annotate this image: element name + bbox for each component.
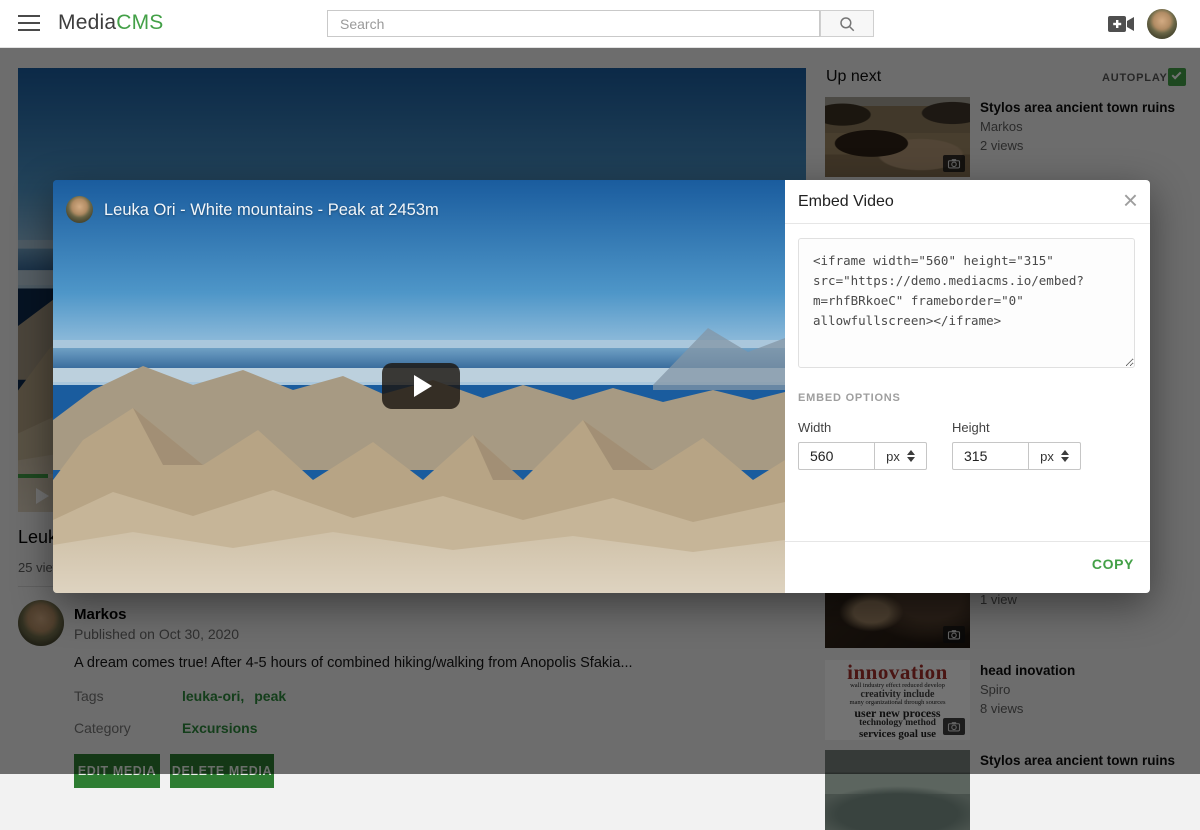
spinner-arrows-icon[interactable] <box>907 450 915 462</box>
height-label: Height <box>952 420 990 435</box>
divider <box>785 223 1150 224</box>
logo-cms: CMS <box>116 11 163 34</box>
play-triangle-icon <box>414 375 432 397</box>
unit-value: px <box>886 449 900 464</box>
magnifier-icon <box>838 15 856 33</box>
dialog-title: Embed Video <box>798 193 894 211</box>
height-unit-select[interactable]: px <box>1029 442 1081 470</box>
logo-media: Media <box>58 11 116 34</box>
unit-value: px <box>1040 449 1054 464</box>
hamburger-menu-icon[interactable] <box>18 15 40 31</box>
upload-video-icon[interactable] <box>1108 14 1135 34</box>
play-button[interactable] <box>382 363 460 409</box>
copy-button[interactable]: COPY <box>1092 556 1134 572</box>
close-icon[interactable]: × <box>1123 184 1138 218</box>
top-bar: MediaCMS <box>0 0 1200 48</box>
logo[interactable]: MediaCMS <box>58 11 163 35</box>
divider <box>785 541 1150 542</box>
embed-video-dialog: Leuka Ori - White mountains - Peak at 24… <box>53 180 1150 593</box>
embed-preview-player[interactable]: Leuka Ori - White mountains - Peak at 24… <box>53 180 785 593</box>
width-input[interactable] <box>798 442 875 470</box>
search-input[interactable] <box>327 10 820 37</box>
search-button[interactable] <box>820 10 874 37</box>
preview-video-title: Leuka Ori - White mountains - Peak at 24… <box>104 201 439 220</box>
embed-code-textarea[interactable]: <iframe width="560" height="315" src="ht… <box>798 238 1135 368</box>
embed-options-label: EMBED OPTIONS <box>798 392 901 404</box>
embed-options-panel: Embed Video × <iframe width="560" height… <box>785 180 1150 593</box>
spinner-arrows-icon[interactable] <box>1061 450 1069 462</box>
width-label: Width <box>798 420 831 435</box>
width-unit-select[interactable]: px <box>875 442 927 470</box>
user-avatar[interactable] <box>1147 9 1177 39</box>
height-input[interactable] <box>952 442 1029 470</box>
channel-avatar[interactable] <box>66 196 93 223</box>
